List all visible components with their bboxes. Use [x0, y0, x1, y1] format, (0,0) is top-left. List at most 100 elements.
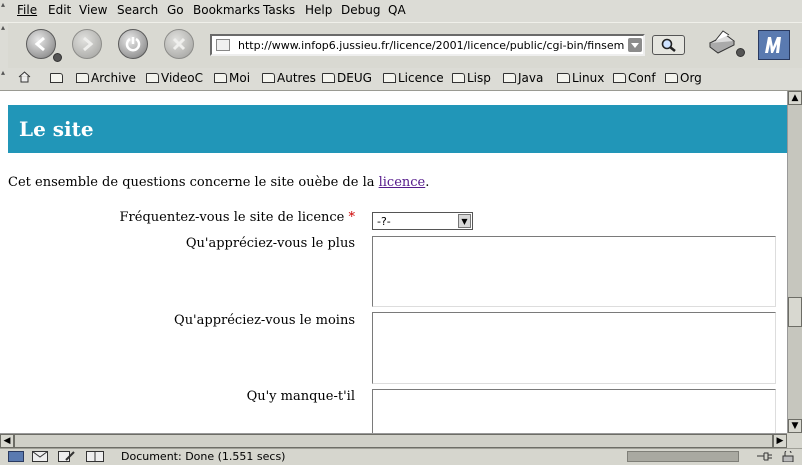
bookmarks-toolbar: Archive VideoC Moi Autres DEUG Licence L… — [0, 68, 802, 91]
chevron-down-icon: ▼ — [458, 214, 471, 228]
page-content: Le site Cet ensemble de questions concer… — [0, 91, 787, 433]
stop-button[interactable] — [164, 29, 194, 59]
bookmark-archive[interactable]: Archive — [76, 71, 136, 85]
print-button[interactable] — [706, 29, 738, 55]
envelope-icon — [32, 451, 48, 462]
bookmark-folder[interactable] — [50, 71, 65, 85]
q1-label: Fréquentez-vous le site de licence * — [120, 210, 355, 225]
menu-view[interactable]: View — [79, 3, 107, 17]
navigator-icon[interactable] — [8, 451, 24, 462]
folder-icon — [214, 73, 227, 83]
q1-label-text: Fréquentez-vous le site de licence — [119, 210, 345, 225]
frequency-select-value: -?- — [377, 215, 391, 228]
status-bar: Document: Done (1.551 secs) — [0, 448, 802, 464]
bookmark-moi[interactable]: Moi — [214, 71, 250, 85]
menu-bookmarks[interactable]: Bookmarks — [193, 3, 260, 17]
security-button[interactable] — [780, 449, 796, 463]
mail-button[interactable] — [32, 451, 48, 462]
mozilla-throbber[interactable] — [758, 30, 790, 60]
intro-text: Cet ensemble de questions concerne le si… — [8, 175, 429, 190]
bookmark-videoc[interactable]: VideoC — [146, 71, 203, 85]
scroll-left-button[interactable]: ◀ — [0, 434, 14, 448]
search-button[interactable] — [652, 35, 685, 55]
menu-qa[interactable]: QA — [388, 3, 406, 17]
reload-icon — [125, 37, 141, 52]
bookbar-grip[interactable] — [0, 68, 8, 90]
missing-textarea[interactable] — [372, 389, 776, 433]
menu-file[interactable]: File — [17, 3, 37, 17]
magnifier-icon — [661, 38, 676, 52]
folder-icon — [50, 73, 63, 83]
url-history-dropdown[interactable] — [628, 38, 642, 52]
home-icon — [18, 71, 31, 83]
status-text: Document: Done (1.551 secs) — [121, 450, 286, 463]
folder-icon — [452, 73, 465, 83]
folder-icon — [262, 73, 275, 83]
bookmark-autres[interactable]: Autres — [262, 71, 316, 85]
menubar-grip[interactable] — [0, 0, 8, 22]
chevron-down-icon — [631, 43, 639, 48]
menu-go[interactable]: Go — [167, 3, 184, 17]
folder-icon — [76, 73, 89, 83]
bookmark-conf[interactable]: Conf — [613, 71, 656, 85]
menu-tasks[interactable]: Tasks — [263, 3, 295, 17]
forward-button[interactable] — [72, 29, 102, 59]
q2-label: Qu'appréciez-vous le plus — [185, 236, 355, 251]
bookmark-java[interactable]: Java — [503, 71, 543, 85]
bookmark-lisp[interactable]: Lisp — [452, 71, 491, 85]
navigation-toolbar: http://www.infop6.jussieu.fr/licence/200… — [0, 22, 802, 70]
licence-link[interactable]: licence — [379, 175, 426, 190]
back-history-dropdown[interactable] — [53, 53, 62, 62]
back-arrow-icon — [34, 36, 45, 52]
reload-button[interactable] — [118, 29, 148, 59]
vertical-scroll-thumb[interactable] — [788, 297, 802, 327]
stop-icon — [172, 37, 186, 51]
vertical-scrollbar[interactable]: ▲ ▼ — [787, 91, 802, 433]
required-marker: * — [348, 210, 356, 225]
section-title: Le site — [19, 117, 94, 141]
scroll-down-button[interactable]: ▼ — [788, 419, 802, 433]
composer-icon — [58, 451, 75, 462]
print-dropdown[interactable] — [736, 48, 745, 57]
forward-arrow-icon — [83, 36, 94, 52]
frequency-select[interactable]: -?- ▼ — [372, 212, 473, 230]
url-bar[interactable]: http://www.infop6.jussieu.fr/licence/200… — [210, 34, 645, 56]
home-button[interactable] — [18, 71, 31, 86]
horizontal-scroll-thumb[interactable] — [14, 434, 773, 448]
section-banner: Le site — [8, 105, 787, 153]
folder-icon — [557, 73, 570, 83]
q4-label: Qu'y manque-t'il — [246, 389, 355, 404]
folder-icon — [383, 73, 396, 83]
horizontal-scrollbar[interactable]: ◀ ▶ — [0, 433, 787, 448]
most-appreciated-textarea[interactable] — [372, 236, 776, 307]
address-book-icon — [86, 451, 104, 462]
scroll-up-button[interactable]: ▲ — [788, 91, 802, 105]
folder-icon — [322, 73, 335, 83]
scroll-corner — [787, 433, 802, 448]
menu-search[interactable]: Search — [117, 3, 158, 17]
composer-button[interactable] — [58, 451, 76, 462]
menu-edit[interactable]: Edit — [48, 3, 71, 17]
bookmark-org[interactable]: Org — [665, 71, 702, 85]
lock-icon — [782, 449, 794, 463]
plug-icon — [757, 452, 772, 461]
navbar-grip[interactable] — [0, 23, 8, 69]
url-text[interactable]: http://www.infop6.jussieu.fr/licence/200… — [238, 39, 624, 52]
progress-meter — [627, 451, 739, 462]
menu-help[interactable]: Help — [305, 3, 332, 17]
back-button[interactable] — [26, 29, 56, 59]
q3-label: Qu'appréciez-vous le moins — [174, 313, 355, 328]
folder-icon — [146, 73, 159, 83]
bookmark-linux[interactable]: Linux — [557, 71, 604, 85]
scroll-right-button[interactable]: ▶ — [773, 434, 787, 448]
page-proxy-icon[interactable] — [216, 39, 230, 51]
mozilla-logo-icon — [765, 37, 781, 53]
intro-text-after: . — [425, 175, 430, 190]
online-status-button[interactable] — [756, 451, 776, 462]
menu-bar: File Edit View Search Go Bookmarks Tasks… — [0, 0, 802, 22]
address-book-button[interactable] — [86, 451, 104, 462]
least-appreciated-textarea[interactable] — [372, 312, 776, 384]
bookmark-deug[interactable]: DEUG — [322, 71, 372, 85]
menu-debug[interactable]: Debug — [341, 3, 380, 17]
bookmark-licence[interactable]: Licence — [383, 71, 444, 85]
